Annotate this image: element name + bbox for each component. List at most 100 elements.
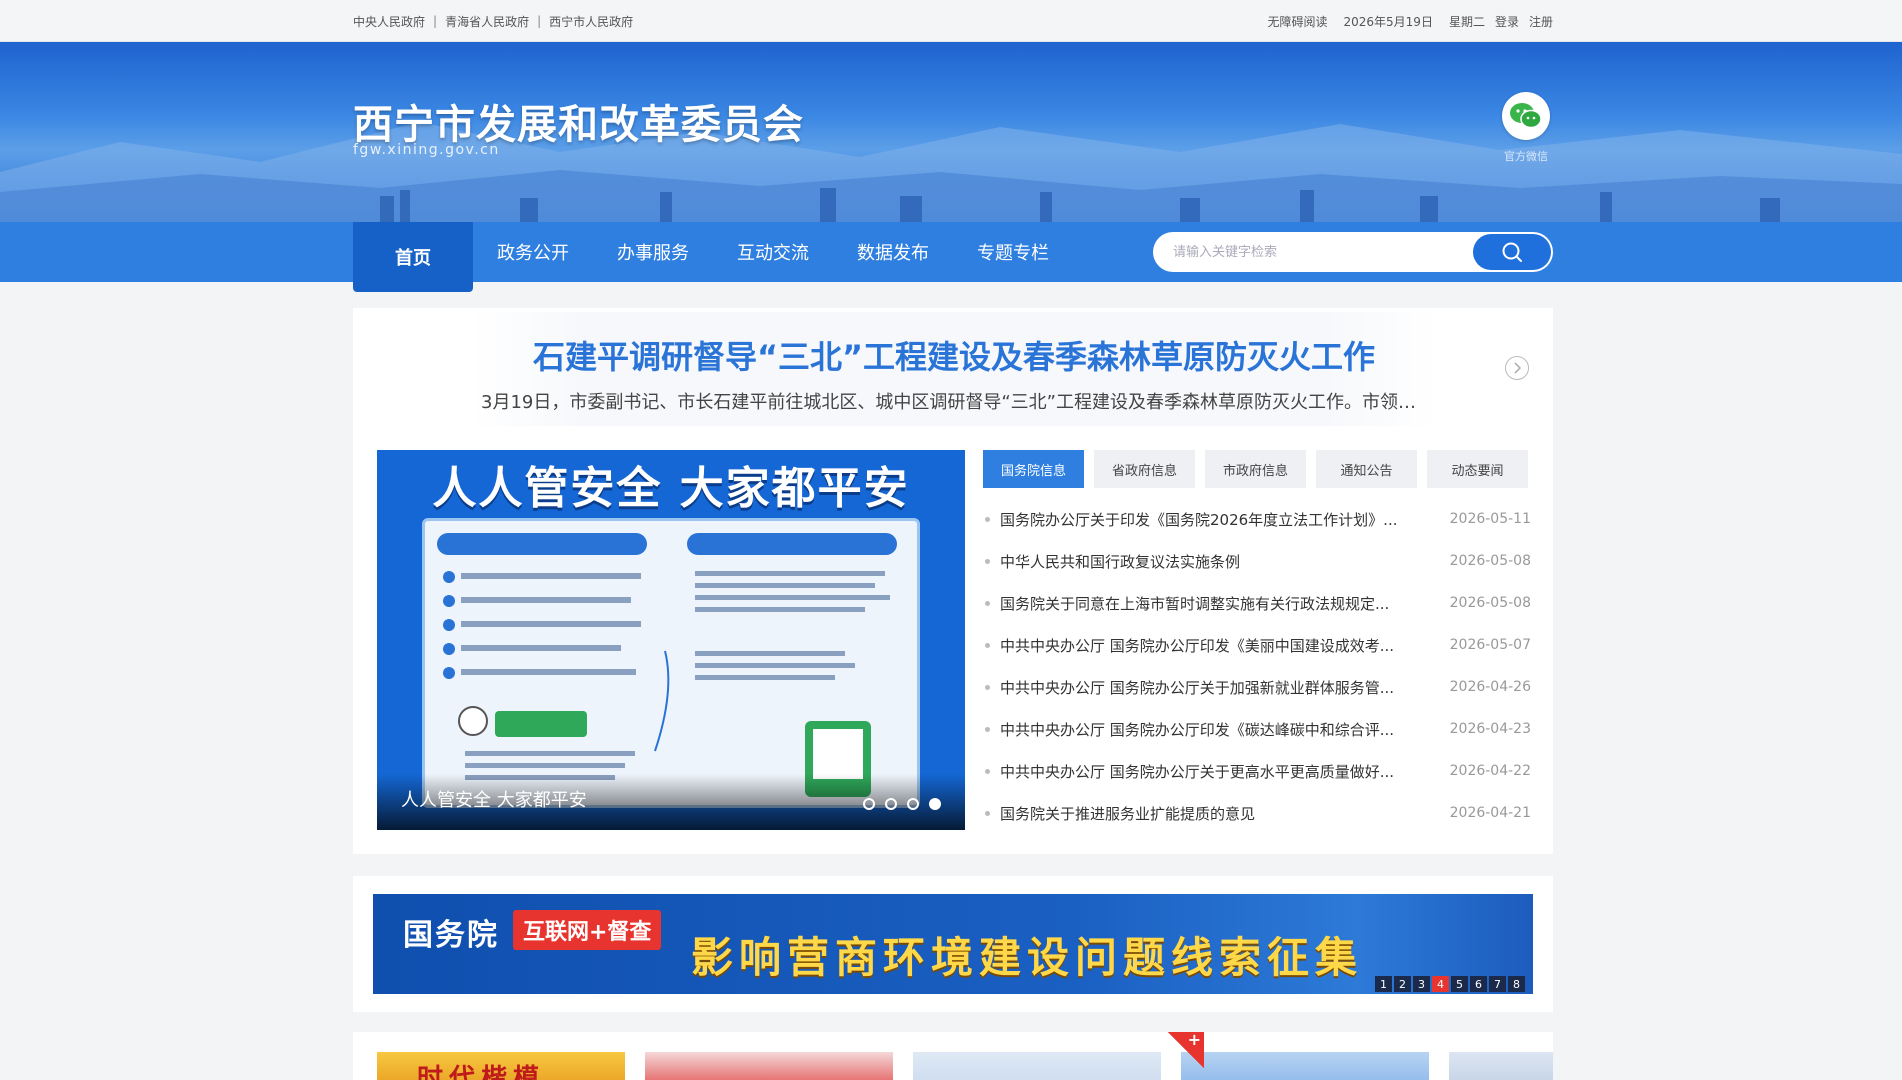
news-item[interactable]: 中共中央办公厅 国务院办公厅印发《美丽中国建设成效考... 2026-05-07 [983, 624, 1531, 666]
expand-corner-button[interactable]: + [1168, 1030, 1204, 1068]
bullet [985, 516, 990, 522]
nav-item-data-release[interactable]: 数据发布 [833, 222, 953, 282]
news-date: 2026-04-21 [1449, 805, 1531, 821]
headline-title[interactable]: 石建平调研督导“三北”工程建设及春季森林草原防灭火工作 [471, 332, 1437, 378]
bullet [985, 600, 990, 606]
main-nav: 首页 政务公开 办事服务 互动交流 数据发布 专题专栏 [0, 222, 1902, 292]
banner-page[interactable]: 8 [1508, 976, 1525, 992]
top-right: 无障碍阅读 2026年5月19日 星期二 登录 注册 [1267, 13, 1553, 30]
headline-block: 石建平调研督导“三北”工程建设及春季森林草原防灭火工作 3月19日，市委副书记、… [471, 312, 1437, 426]
gov-link-qinghai[interactable]: 青海省人民政府 [445, 13, 529, 30]
gov-links: 中央人民政府 | 青海省人民政府 | 西宁市人民政府 [353, 13, 633, 30]
plus-icon: + [1187, 1030, 1201, 1049]
nav-item-gov-affairs[interactable]: 政务公开 [473, 222, 593, 282]
thumb-exemplar[interactable]: 时代楷模 [377, 1052, 625, 1080]
tab-municipal-gov[interactable]: 市政府信息 [1205, 450, 1306, 488]
bullet [985, 768, 990, 774]
news-item[interactable]: 中华人民共和国行政复议法实施条例 2026-05-08 [983, 540, 1531, 582]
news-item[interactable]: 国务院关于推进服务业扩能提质的意见 2026-04-21 [983, 792, 1531, 834]
search-input[interactable] [1153, 232, 1473, 272]
banner-page[interactable]: 6 [1470, 976, 1487, 992]
banner-page-active[interactable]: 4 [1432, 976, 1449, 992]
news-title[interactable]: 中共中央办公厅 国务院办公厅关于加强新就业群体服务管... [1000, 677, 1450, 698]
poster-illustration [437, 533, 897, 797]
featured-section: 石建平调研督导“三北”工程建设及春季森林草原防灭火工作 3月19日，市委副书记、… [353, 308, 1553, 854]
tab-state-council[interactable]: 国务院信息 [983, 450, 1084, 488]
thumb-image[interactable] [1449, 1052, 1553, 1080]
news-date: 2026-04-23 [1449, 721, 1531, 737]
news-title[interactable]: 国务院关于同意在上海市暂时调整实施有关行政法规规定... [1000, 593, 1450, 614]
news-date: 2026-05-11 [1449, 511, 1531, 527]
image-carousel[interactable]: 人人管安全 大家都平安 人人管安全 大家都平安 [377, 450, 965, 830]
news-tabs: 国务院信息 省政府信息 市政府信息 通知公告 动态要闻 [983, 450, 1528, 488]
banner-page[interactable]: 7 [1489, 976, 1506, 992]
banner-main-text: 影响营商环境建设问题线索征集 [691, 933, 1364, 982]
search-button[interactable] [1473, 234, 1551, 270]
carousel-dot-active[interactable] [929, 798, 941, 810]
gov-link-central[interactable]: 中央人民政府 [353, 13, 425, 30]
register-link[interactable]: 注册 [1529, 13, 1553, 30]
nav-item-home[interactable]: 首页 [353, 222, 473, 292]
news-item[interactable]: 中共中央办公厅 国务院办公厅印发《碳达峰碳中和综合评... 2026-04-23 [983, 708, 1531, 750]
banner-badge: 互联网+督查 [513, 910, 662, 950]
banner-page[interactable]: 3 [1413, 976, 1430, 992]
bullet [985, 726, 990, 732]
carousel-dot[interactable] [885, 798, 897, 810]
news-item[interactable]: 国务院办公厅关于印发《国务院2026年度立法工作计划》... 2026-05-11 [983, 498, 1531, 540]
news-list: 国务院办公厅关于印发《国务院2026年度立法工作计划》... 2026-05-11… [983, 498, 1531, 834]
wechat-icon [1510, 103, 1542, 129]
poster-image [422, 518, 920, 808]
nav-item-interaction[interactable]: 互动交流 [713, 222, 833, 282]
supervision-banner[interactable]: 国务院 互联网+督查 影响营商环境建设问题线索征集 1 2 3 4 5 6 7 … [373, 894, 1533, 994]
news-title[interactable]: 国务院关于推进服务业扩能提质的意见 [1000, 803, 1450, 824]
bullet [985, 642, 990, 648]
site-header: 西宁市发展和改革委员会 fgw.xining.gov.cn 官方微信 [0, 42, 1902, 222]
news-date: 2026-04-22 [1449, 763, 1531, 779]
login-link[interactable]: 登录 [1495, 13, 1519, 30]
thumb-label: 时代楷模 [417, 1064, 546, 1080]
news-item[interactable]: 中共中央办公厅 国务院办公厅关于更高水平更高质量做好... 2026-04-22 [983, 750, 1531, 792]
headline-next-button[interactable] [1505, 356, 1529, 380]
link-separator: | [433, 14, 438, 28]
thumb-image[interactable] [645, 1052, 893, 1080]
wechat-button[interactable] [1502, 92, 1550, 140]
news-date: 2026-04-26 [1449, 679, 1531, 695]
gov-link-xining[interactable]: 西宁市人民政府 [549, 13, 633, 30]
thumb-image[interactable] [913, 1052, 1161, 1080]
thumb-image[interactable] [1181, 1052, 1429, 1080]
tab-provincial-gov[interactable]: 省政府信息 [1094, 450, 1195, 488]
banner-page[interactable]: 1 [1375, 976, 1392, 992]
news-title[interactable]: 国务院办公厅关于印发《国务院2026年度立法工作计划》... [1000, 509, 1450, 530]
search-icon [1502, 242, 1522, 262]
poster-title: 人人管安全 大家都平安 [432, 463, 910, 514]
carousel-dot[interactable] [907, 798, 919, 810]
banner-page[interactable]: 2 [1394, 976, 1411, 992]
tab-notices[interactable]: 通知公告 [1316, 450, 1417, 488]
bullet [985, 810, 990, 816]
link-separator: | [537, 14, 542, 28]
news-title[interactable]: 中华人民共和国行政复议法实施条例 [1000, 551, 1450, 572]
carousel-dot[interactable] [863, 798, 875, 810]
accessible-reading-link[interactable]: 无障碍阅读 [1267, 13, 1327, 30]
news-title[interactable]: 中共中央办公厅 国务院办公厅印发《碳达峰碳中和综合评... [1000, 719, 1450, 740]
news-title[interactable]: 中共中央办公厅 国务院办公厅关于更高水平更高质量做好... [1000, 761, 1450, 782]
news-item[interactable]: 中共中央办公厅 国务院办公厅关于加强新就业群体服务管... 2026-04-26 [983, 666, 1531, 708]
city-skyline-image [0, 122, 1902, 222]
carousel-dots [863, 798, 941, 810]
weekday: 星期二 [1448, 14, 1485, 29]
bullet [985, 684, 990, 690]
tab-news-updates[interactable]: 动态要闻 [1427, 450, 1528, 488]
news-date: 2026-05-07 [1449, 637, 1531, 653]
nav-item-services[interactable]: 办事服务 [593, 222, 713, 282]
news-item[interactable]: 国务院关于同意在上海市暂时调整实施有关行政法规规定... 2026-05-08 [983, 582, 1531, 624]
top-bar: 中央人民政府 | 青海省人民政府 | 西宁市人民政府 无障碍阅读 2026年5月… [0, 0, 1902, 42]
news-date: 2026-05-08 [1449, 595, 1531, 611]
banner-state-council: 国务院 [403, 918, 499, 953]
nav-item-special-topics[interactable]: 专题专栏 [953, 222, 1073, 282]
banner-pager: 1 2 3 4 5 6 7 8 [1375, 976, 1525, 992]
headline-summary[interactable]: 3月19日，市委副书记、市长石建平前往城北区、城中区调研督导“三北”工程建设及春… [471, 388, 1437, 414]
carousel-caption[interactable]: 人人管安全 大家都平安 [401, 786, 587, 812]
news-title[interactable]: 中共中央办公厅 国务院办公厅印发《美丽中国建设成效考... [1000, 635, 1450, 656]
bullet [985, 558, 990, 564]
banner-page[interactable]: 5 [1451, 976, 1468, 992]
